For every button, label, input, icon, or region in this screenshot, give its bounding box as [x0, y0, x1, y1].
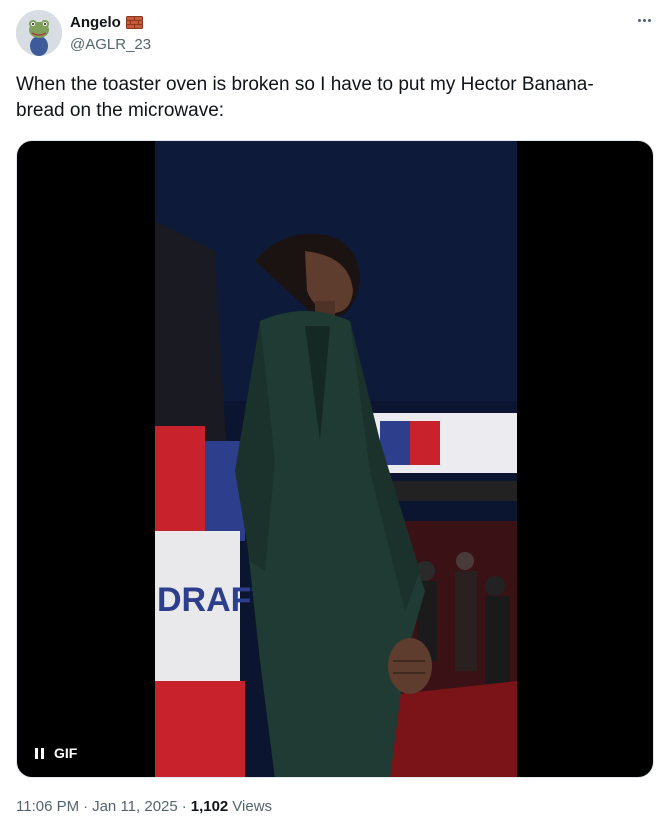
gif-badge: GIF [54, 745, 78, 761]
gif-controls: GIF [35, 745, 77, 761]
meta-separator: · [83, 798, 89, 815]
gif-frame-image: DRAFT 2 [155, 141, 517, 777]
frog-avatar-icon [16, 10, 62, 56]
tweet-date[interactable]: Jan 11, 2025 [92, 798, 178, 815]
meta-separator: · [181, 798, 187, 815]
avatar[interactable] [16, 10, 62, 56]
views-count: 1,102 [190, 798, 229, 815]
tweet-time[interactable]: 11:06 PM [16, 798, 79, 815]
author-handle[interactable]: @AGLR_23 [70, 36, 151, 53]
more-icon-dot [642, 18, 646, 22]
tweet-card: Angelo @AGLR_23 When the toaster oven is… [0, 0, 668, 823]
more-options-button[interactable] [632, 10, 656, 30]
author-name-row: Angelo [70, 12, 143, 32]
tweet-media-gif[interactable]: DRAFT 2 GIF [16, 140, 654, 778]
more-icon-dot [647, 18, 651, 22]
author-display-name[interactable]: Angelo [70, 14, 121, 31]
tweet-text: When the toaster oven is broken so I hav… [16, 74, 594, 121]
more-icon [637, 18, 641, 22]
views-label: Views [232, 798, 273, 815]
pause-icon[interactable] [35, 747, 44, 759]
tweet-meta: 11:06 PM · Jan 11, 2025 · 1,102 Views [16, 798, 272, 815]
brick-icon [125, 15, 143, 29]
